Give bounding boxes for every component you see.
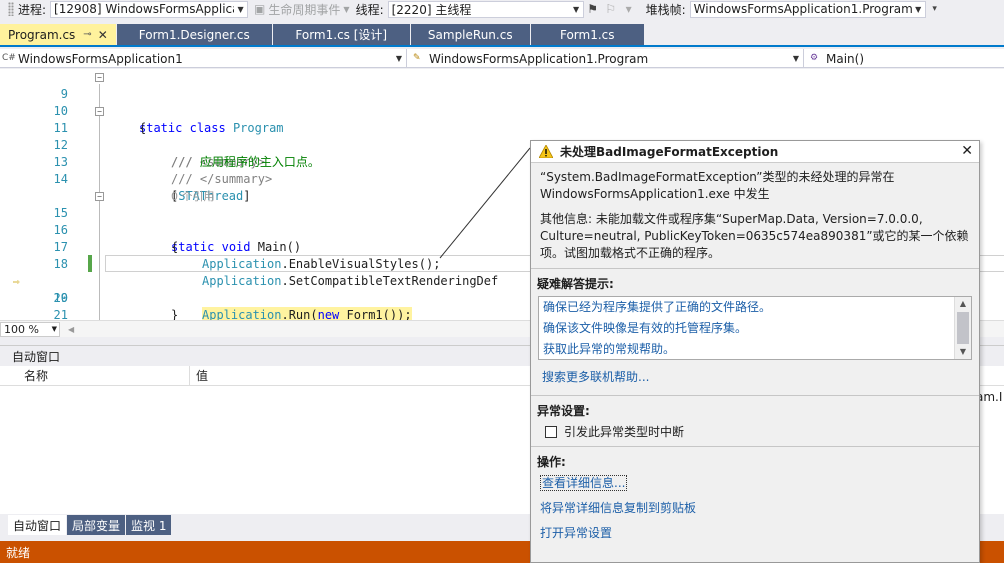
open-exception-settings-link[interactable]: 打开异常设置 xyxy=(540,524,970,541)
tip-link[interactable]: 获取此异常的常规帮助。 xyxy=(539,339,971,360)
troubleshooting-tips-list: 确保已经为程序集提供了正确的文件路径。 确保该文件映像是有效的托管程序集。 获取… xyxy=(538,296,972,360)
divider xyxy=(531,395,979,396)
divider xyxy=(531,446,979,447)
scroll-up-icon[interactable]: ▲ xyxy=(955,297,971,311)
exception-settings-heading: 异常设置: xyxy=(537,404,590,418)
warning-icon xyxy=(539,145,553,158)
tip-link[interactable]: 确保该文件映像是有效的托管程序集。 xyxy=(539,318,971,339)
break-on-exception-label: 引发此异常类型时中断 xyxy=(564,425,685,439)
exception-title-bar: 未处理BadImageFormatException ✕ xyxy=(531,141,979,163)
divider xyxy=(531,268,979,269)
exception-helper-popup: 未处理BadImageFormatException ✕ “System.Bad… xyxy=(530,140,980,563)
actions-heading: 操作: xyxy=(537,455,566,469)
break-on-exception-checkbox[interactable] xyxy=(545,425,557,438)
break-on-exception-option[interactable]: 引发此异常类型时中断 xyxy=(545,423,965,440)
scroll-down-icon[interactable]: ▼ xyxy=(955,345,971,359)
tips-scrollbar[interactable]: ▲ ▼ xyxy=(954,297,971,359)
exception-message: “System.BadImageFormatException”类型的未经处理的… xyxy=(540,170,895,201)
exception-title: 未处理BadImageFormatException xyxy=(560,145,779,159)
scroll-thumb[interactable] xyxy=(957,312,969,344)
close-icon[interactable]: ✕ xyxy=(961,143,973,159)
search-more-help-link[interactable]: 搜索更多联机帮助... xyxy=(542,370,649,384)
copy-details-link[interactable]: 将异常详细信息复制到剪贴板 xyxy=(540,499,970,516)
tips-heading: 疑难解答提示: xyxy=(537,277,614,291)
view-details-link[interactable]: 查看详细信息... xyxy=(540,474,970,491)
exception-detail: 其他信息: 未能加载文件或程序集“SuperMap.Data, Version=… xyxy=(540,212,969,260)
tip-link[interactable]: 确保已经为程序集提供了正确的文件路径。 xyxy=(539,297,971,318)
